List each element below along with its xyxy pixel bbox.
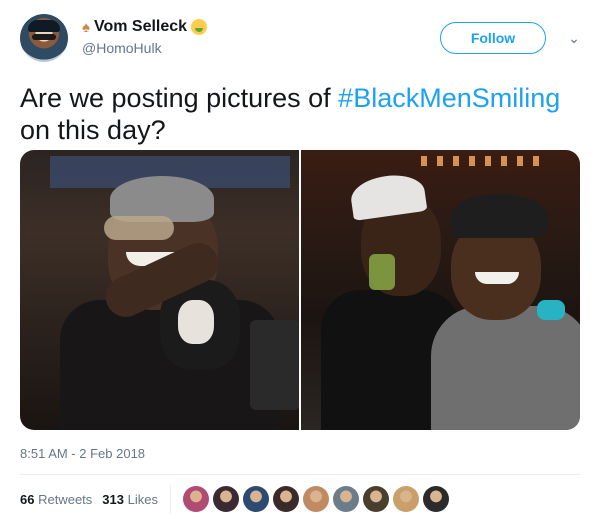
tweet-stats: 66 Retweets 313 Likes [20, 484, 449, 514]
tweet-text-after: on this day? [20, 115, 166, 145]
sunglasses [104, 216, 174, 240]
tweet-media [20, 150, 580, 430]
liker-avatar-7[interactable] [362, 486, 389, 512]
string-lights [421, 156, 541, 166]
follow-button[interactable]: Follow [440, 22, 546, 54]
dog-face [178, 300, 214, 344]
liker-avatar-8[interactable] [392, 486, 419, 512]
tweet-header: ♠ Vom Selleck @HomoHulk Follow ⌄ [20, 14, 584, 66]
avatar-glasses [32, 34, 56, 40]
liker-avatar-9[interactable] [422, 486, 449, 512]
stats-separator [169, 485, 171, 513]
nauseated-face-emoji-icon [191, 19, 208, 35]
display-name[interactable]: Vom Selleck [94, 18, 187, 36]
liker-avatar-5[interactable] [302, 486, 329, 512]
phone [250, 320, 299, 410]
person2-smile [475, 272, 519, 284]
person2-body [431, 306, 580, 430]
retweets-count: 66 [20, 491, 35, 507]
likes-label: Likes [127, 491, 158, 507]
user-avatar[interactable] [20, 14, 68, 62]
liker-avatars [182, 486, 449, 512]
photo-right[interactable] [301, 150, 580, 430]
user-names: ♠ Vom Selleck @HomoHulk [82, 18, 208, 56]
liker-avatar-3[interactable] [242, 486, 269, 512]
retweets-stat[interactable]: 66 Retweets [20, 492, 92, 507]
drink-glass [369, 254, 395, 290]
person2-cap [451, 194, 547, 238]
photo-left[interactable] [20, 150, 299, 430]
tweet-text-before: Are we posting pictures of [20, 83, 339, 113]
retweets-label: Retweets [38, 491, 93, 507]
liker-avatar-2[interactable] [212, 486, 239, 512]
liker-avatar-1[interactable] [182, 486, 209, 512]
liker-avatar-4[interactable] [272, 486, 299, 512]
tweet-timestamp[interactable]: 8:51 AM - 2 Feb 2018 [20, 446, 145, 461]
avatar-cap [28, 20, 60, 32]
likes-count: 313 [102, 491, 124, 507]
display-name-row[interactable]: ♠ Vom Selleck [82, 18, 208, 36]
baby-emoji-icon: ♠ [82, 18, 90, 36]
watch [537, 300, 565, 320]
user-handle[interactable]: @HomoHulk [82, 40, 207, 56]
liker-avatar-6[interactable] [332, 486, 359, 512]
tweet-text: Are we posting pictures of #BlackMenSmil… [20, 82, 584, 146]
divider [20, 474, 580, 475]
hashtag-link[interactable]: #BlackMenSmiling [338, 83, 560, 113]
likes-stat[interactable]: 313 Likes [102, 492, 158, 507]
chevron-down-icon[interactable]: ⌄ [564, 28, 584, 48]
